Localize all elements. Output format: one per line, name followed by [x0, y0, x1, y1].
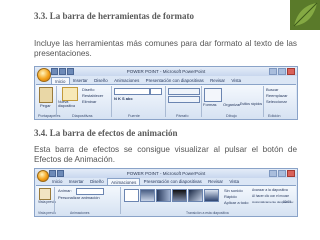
transition-thumbnail[interactable]: [156, 189, 171, 202]
alignment-controls[interactable]: [168, 96, 200, 103]
transition-sound-select[interactable]: Sin sonido: [224, 188, 243, 193]
maximize-icon[interactable]: [278, 68, 286, 75]
tab-diseno[interactable]: Diseño: [91, 77, 111, 84]
tab-vista[interactable]: Vista: [228, 77, 244, 84]
undo-icon[interactable]: [57, 170, 64, 177]
group-label-clipboard: Portapapeles: [38, 114, 61, 118]
maximize-icon[interactable]: [278, 170, 286, 177]
custom-animation-button[interactable]: Personalizar animación: [58, 195, 100, 200]
tab-animaciones[interactable]: Animaciones: [111, 77, 143, 84]
group-divider: [201, 86, 202, 117]
tab-insertar[interactable]: Insertar: [66, 178, 87, 185]
shapes-button-label[interactable]: Formas: [203, 102, 217, 107]
window-title: POWER POINT - Microsoft PowerPoint: [126, 69, 206, 74]
quick-access-toolbar: [51, 68, 74, 75]
tab-inicio[interactable]: Inicio: [49, 178, 66, 185]
animate-select[interactable]: [76, 188, 104, 195]
on-click-checkbox[interactable]: Al hacer clic con el mouse: [252, 194, 289, 198]
advance-slide-label: Avanzar a la diapositiva: [252, 188, 288, 192]
tab-vista[interactable]: Vista: [226, 178, 242, 185]
ribbon-inicio: Pegar Nueva diapositiva Diseño Restablec…: [36, 84, 296, 119]
section2-heading: 3.4. La barra de efectos de animación: [34, 128, 178, 138]
close-icon[interactable]: [287, 68, 295, 75]
group-divider: [263, 86, 264, 117]
save-icon[interactable]: [49, 170, 56, 177]
group-label-editing: Edición: [268, 114, 281, 118]
transition-speed-select[interactable]: Rápido: [224, 194, 237, 199]
preview-icon[interactable]: [39, 188, 51, 200]
ppt-screenshot-animaciones: POWER POINT - Microsoft PowerPoint Inici…: [34, 168, 298, 217]
group-label-drawing: Dibujo: [226, 114, 237, 118]
transition-thumbnail[interactable]: [204, 189, 219, 202]
group-divider: [56, 86, 57, 117]
office-button[interactable]: [37, 68, 51, 82]
group-label-font: Fuente: [128, 114, 140, 118]
transition-thumbnail[interactable]: [124, 189, 139, 202]
group-divider: [54, 187, 55, 214]
paragraph-controls[interactable]: [168, 88, 200, 95]
animate-label: Animar:: [58, 188, 72, 193]
tab-presentacion[interactable]: Presentación con diapositivas: [142, 77, 206, 84]
window-title: POWER POINT - Microsoft PowerPoint: [126, 171, 206, 176]
tab-diseno[interactable]: Diseño: [87, 178, 107, 185]
select-button[interactable]: Seleccionar: [266, 99, 287, 104]
quick-access-toolbar: [49, 170, 64, 177]
new-slide-icon[interactable]: [62, 87, 78, 101]
find-button[interactable]: Buscar: [266, 87, 278, 92]
group-divider: [165, 86, 166, 117]
group-divider: [111, 86, 112, 117]
group-divider: [120, 187, 121, 214]
replace-button[interactable]: Reemplazar: [266, 93, 288, 98]
shapes-gallery[interactable]: [204, 88, 222, 102]
save-icon[interactable]: [51, 68, 58, 75]
group-label-preview: Vista previa: [38, 211, 56, 215]
window-titlebar: POWER POINT - Microsoft PowerPoint: [35, 169, 297, 178]
section1-text: Incluye las herramientas más comunes par…: [34, 39, 297, 58]
leaf-icon: [293, 2, 318, 27]
quick-styles-button-label[interactable]: Estilos rápidos: [240, 102, 262, 106]
group-label-transition: Transición a esta diapositiva: [186, 211, 229, 215]
transition-thumbnail[interactable]: [140, 189, 155, 202]
tab-revisar[interactable]: Revisar: [205, 178, 226, 185]
transition-thumbnail[interactable]: [188, 189, 203, 202]
window-controls: [269, 170, 295, 177]
minimize-icon[interactable]: [269, 170, 277, 177]
corner-leaf-decoration: [290, 0, 320, 30]
new-slide-button-label[interactable]: Nueva diapositiva: [58, 100, 80, 108]
section2-text: Esta barra de efectos se consigue visual…: [34, 145, 297, 164]
window-titlebar: POWER POINT - Microsoft PowerPoint: [35, 67, 297, 76]
reset-button[interactable]: Restablecer: [82, 93, 103, 98]
font-name-select[interactable]: [114, 88, 150, 95]
tab-presentacion[interactable]: Presentación con diapositivas: [140, 178, 204, 185]
redo-icon[interactable]: [67, 68, 74, 75]
tab-insertar[interactable]: Insertar: [70, 77, 91, 84]
group-label-animations: Animaciones: [70, 211, 90, 215]
ppt-screenshot-inicio: POWER POINT - Microsoft PowerPoint Inici…: [34, 66, 298, 120]
ribbon-animaciones: Vista previa Animar: Personalizar animac…: [36, 185, 296, 216]
auto-advance-time[interactable]: 00:00: [283, 200, 291, 204]
bold-button[interactable]: N K S abc: [114, 96, 133, 101]
delete-button[interactable]: Eliminar: [82, 99, 96, 104]
window-controls: [269, 68, 295, 75]
font-size-select[interactable]: [150, 88, 162, 95]
preview-button-label[interactable]: Vista previa: [38, 200, 56, 204]
office-button[interactable]: [37, 170, 49, 182]
layout-button[interactable]: Diseño: [82, 87, 94, 92]
minimize-icon[interactable]: [269, 68, 277, 75]
close-icon[interactable]: [287, 170, 295, 177]
group-label-paragraph: Párrafo: [176, 114, 189, 118]
apply-all-button[interactable]: Aplicar a todo: [224, 200, 248, 205]
arrange-button-label[interactable]: Organizar: [223, 102, 241, 107]
group-label-slides: Diapositivas: [72, 114, 93, 118]
paste-icon[interactable]: [39, 87, 53, 103]
paste-button-label[interactable]: Pegar: [40, 103, 51, 108]
tab-revisar[interactable]: Revisar: [207, 77, 228, 84]
section1-heading: 3.3. La barra de herramientas de formato: [34, 11, 194, 21]
undo-icon[interactable]: [59, 68, 66, 75]
transition-thumbnail[interactable]: [172, 189, 187, 202]
